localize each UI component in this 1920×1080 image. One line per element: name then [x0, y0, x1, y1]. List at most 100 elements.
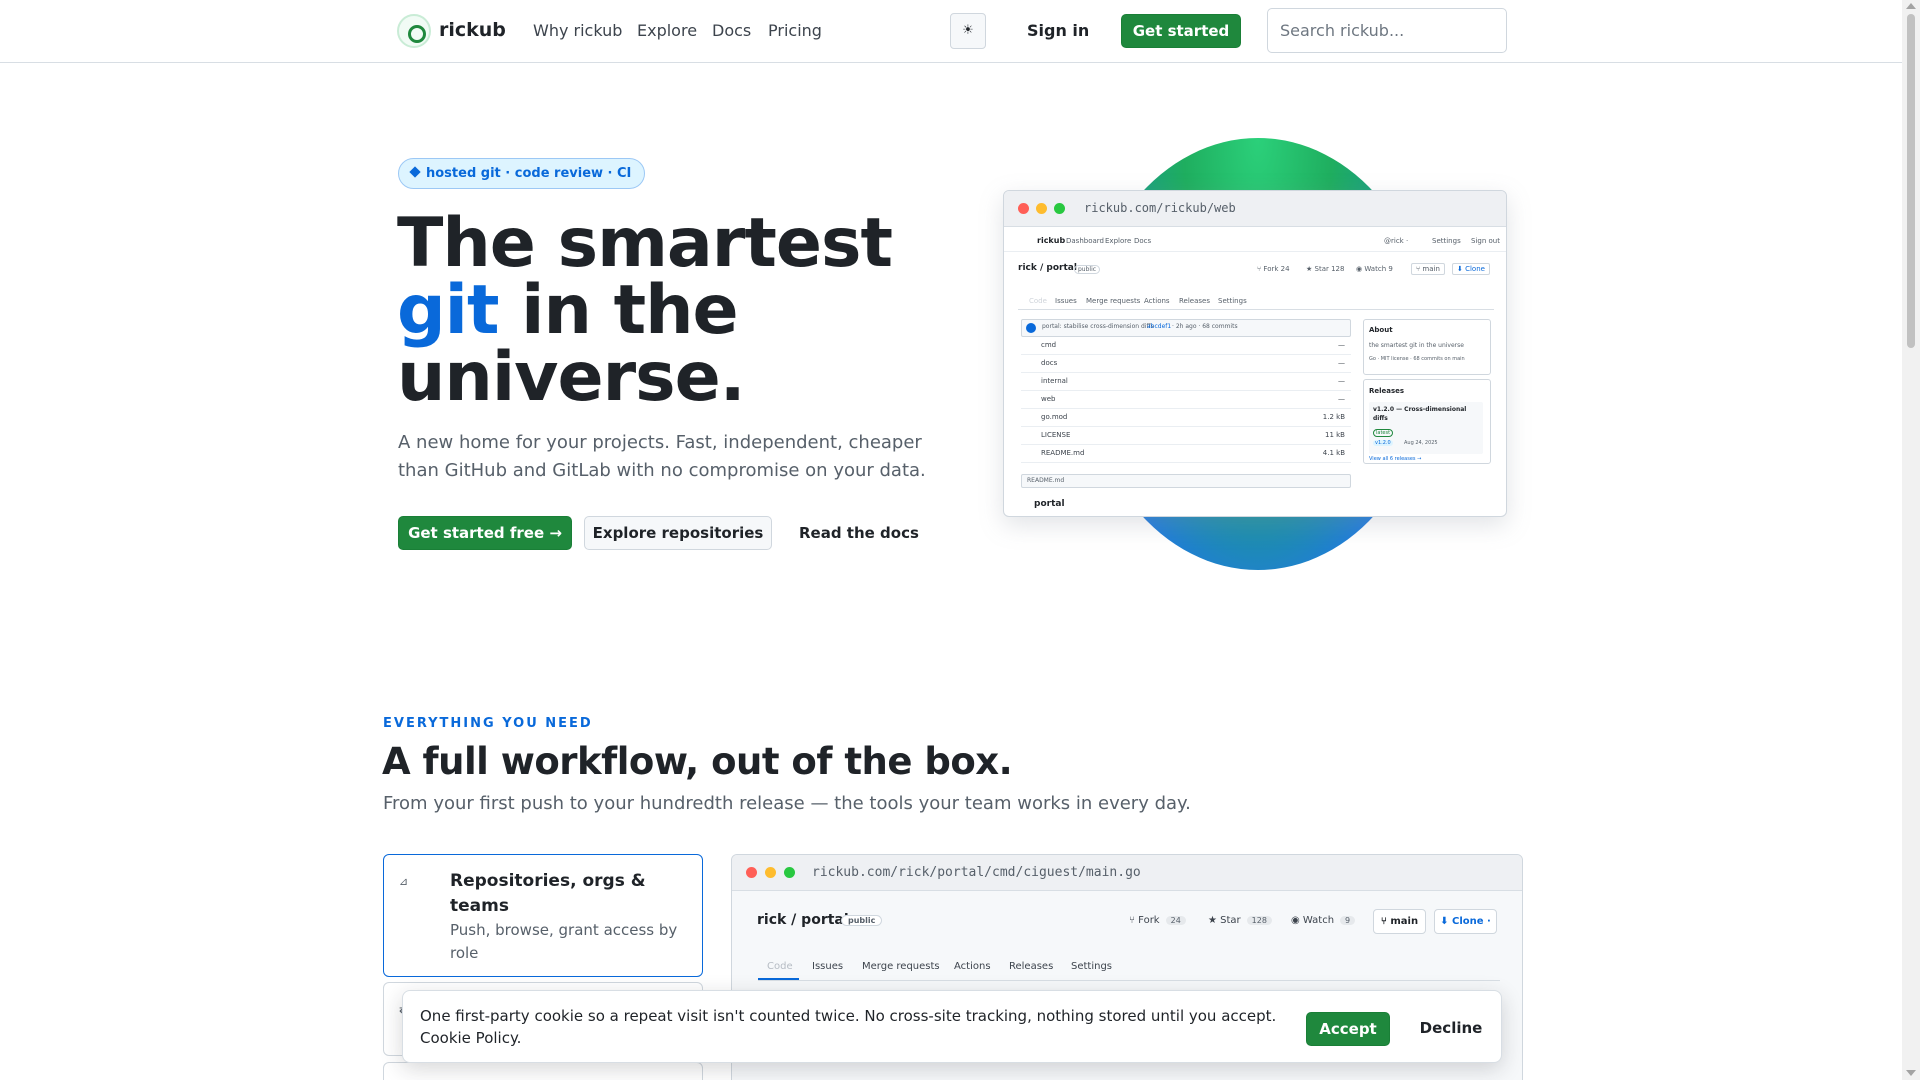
mock2-tab-settings: Settings: [1071, 961, 1113, 972]
feature-card-repositories[interactable]: ⊿ Repositories, orgs & teams Push, brows…: [383, 854, 703, 977]
hero-title: The smartest git in the universe.: [397, 210, 957, 412]
mock-about-title: About: [1369, 326, 1393, 334]
sign-in-link[interactable]: Sign in: [1027, 21, 1089, 40]
mock-release-tag: v1.2.0: [1373, 440, 1393, 446]
mock-commit-msg: portal: stabilise cross-dimension diffs: [1042, 323, 1154, 330]
mock-file-row: go.mod 1.2 kB: [1021, 409, 1351, 427]
minimize-dot-icon: [765, 867, 776, 878]
mock-release-card: v1.2.0 — Cross-dimensional diffs latest …: [1369, 402, 1483, 454]
page-scrollbar[interactable]: [1902, 0, 1920, 1080]
maximize-dot-icon: [784, 867, 795, 878]
mock-file-row: LICENSE 11 kB: [1021, 427, 1351, 445]
logo-icon[interactable]: [397, 14, 431, 48]
mock-file-row: web —: [1021, 391, 1351, 409]
cookie-banner: One first-party cookie so a repeat visit…: [402, 990, 1502, 1063]
mock-tab-merge-requests: Merge requests: [1086, 297, 1141, 305]
scroll-down-arrow-icon[interactable]: [1906, 1070, 1916, 1076]
hero-title-line3: universe.: [397, 338, 746, 417]
mock-repo-name: rick / portal: [1018, 263, 1077, 273]
mock-commit-meta: · 2h ago · 68 commits: [1172, 323, 1238, 330]
mock2-titlebar: rickub.com/rick/portal/cmd/ciguest/main.…: [732, 855, 1522, 891]
close-dot-icon: [746, 867, 757, 878]
mock-about-box: About the smartest git in the universe G…: [1363, 319, 1491, 375]
mock-releases-box: Releases v1.2.0 — Cross-dimensional diff…: [1363, 379, 1491, 464]
mock-settings: Settings: [1432, 237, 1461, 245]
mock-nav-docs: Docs: [1134, 237, 1152, 245]
mock-readme-title: portal: [1034, 499, 1065, 509]
mock-titlebar: rickub.com/rickub/web: [1004, 191, 1506, 227]
explore-repositories-button[interactable]: Explore repositories: [584, 516, 772, 550]
mock2-watch: ◉ Watch 9: [1291, 915, 1356, 926]
mock-brand: rickub: [1037, 236, 1066, 245]
mock2-branch-button: ⑂ main: [1373, 909, 1426, 934]
mock-sign-out: Sign out: [1471, 237, 1500, 245]
search-input[interactable]: [1267, 8, 1507, 53]
cookie-accept-button[interactable]: Accept: [1306, 1012, 1390, 1046]
cookie-text: One first-party cookie so a repeat visit…: [420, 1007, 1277, 1047]
mock-tab-releases: Releases: [1179, 297, 1210, 305]
get-started-free-button[interactable]: Get started free →: [398, 516, 572, 550]
mock-nav-dashboard: Dashboard: [1066, 237, 1104, 245]
mock-tab-settings: Settings: [1218, 297, 1247, 305]
get-started-button[interactable]: Get started: [1121, 14, 1241, 48]
mock2-visibility: public: [841, 915, 883, 926]
mock-fork: ⑂ Fork 24: [1257, 265, 1290, 273]
mock-branch: ⑂ main: [1411, 263, 1445, 275]
mock-releases-title: Releases: [1369, 387, 1405, 395]
mock-tab-divider: [1018, 309, 1494, 310]
mock-release-date: Aug 24, 2025: [1404, 440, 1438, 446]
mock2-url: rickub.com/rick/portal/cmd/ciguest/main.…: [812, 865, 1141, 880]
close-dot-icon: [1018, 203, 1029, 214]
mock-divider: [1004, 251, 1506, 252]
theme-toggle-button[interactable]: ☀: [950, 13, 986, 49]
mock-file-row: docs —: [1021, 355, 1351, 373]
section-title: A full workflow, out of the box.: [382, 740, 1013, 783]
mock-file-row: cmd —: [1021, 337, 1351, 355]
mock-release-badge: latest: [1373, 429, 1394, 437]
feature-description: Push, browse, grant access by role: [450, 921, 678, 962]
mock-user: @rick ·: [1384, 237, 1409, 245]
mock-tab-actions: Actions: [1144, 297, 1170, 305]
minimize-dot-icon: [1036, 203, 1047, 214]
mock-about-meta: Go · MIT license · 68 commits on main: [1369, 356, 1465, 362]
cookie-decline-button[interactable]: Decline: [1406, 1012, 1496, 1046]
mock-watch: ◉ Watch 9: [1356, 265, 1393, 273]
section-eyebrow: EVERYTHING YOU NEED: [383, 716, 593, 731]
repo-icon: ⊿: [399, 875, 409, 888]
nav-link-docs[interactable]: Docs: [712, 21, 751, 40]
scrollbar-thumb[interactable]: [1907, 14, 1915, 348]
mock2-fork: ⑂ Fork 24: [1129, 915, 1186, 926]
mock-nav-explore: Explore: [1105, 237, 1132, 245]
mock-clone: ⬇ Clone: [1452, 263, 1490, 275]
scroll-up-arrow-icon[interactable]: [1906, 3, 1916, 9]
mock2-tab-code: Code: [767, 961, 793, 972]
mock2-star: ★ Star 128: [1208, 915, 1272, 926]
mock-visibility: public: [1074, 265, 1101, 274]
mock-release-name: v1.2.0 — Cross-dimensional diffs: [1373, 406, 1467, 422]
mock-file-row: README.md 4.1 kB: [1021, 445, 1351, 463]
section-subtitle: From your first push to your hundredth r…: [383, 793, 1191, 814]
mock2-clone-button: ⬇ Clone ·: [1434, 909, 1497, 934]
hero-tag-text: hosted git · code review · CI: [426, 166, 632, 181]
mock-about-text: the smartest git in the universe: [1369, 342, 1464, 349]
brand-name[interactable]: rickub: [439, 19, 506, 41]
diamond-icon: [409, 166, 421, 178]
mock-file-row: internal —: [1021, 373, 1351, 391]
hero-tag-pill: hosted git · code review · CI: [398, 158, 646, 189]
mock-tab-code: Code: [1029, 297, 1047, 305]
nav-link-pricing[interactable]: Pricing: [768, 21, 822, 40]
mock-readme-label: README.md: [1027, 477, 1065, 484]
mock2-repo-name: rick / portal: [757, 912, 849, 928]
mock2-tab-merge-requests: Merge requests: [862, 961, 940, 972]
read-docs-link[interactable]: Read the docs: [799, 524, 919, 542]
hero-browser-mockup: rickub.com/rickub/web rickub Dashboard E…: [1003, 190, 1507, 517]
mock-releases-link: View all 6 releases →: [1369, 456, 1422, 462]
top-navigation: rickub Why rickub Explore Docs Pricing ☀…: [0, 0, 1902, 63]
mock-tab-issues: Issues: [1055, 297, 1077, 305]
nav-link-why[interactable]: Why rickub: [533, 21, 622, 40]
nav-link-explore[interactable]: Explore: [637, 21, 697, 40]
mock-commit-hash: abcdef1: [1147, 323, 1172, 330]
mock2-tab-divider: [758, 980, 1500, 981]
feature-card-3[interactable]: [383, 1062, 703, 1080]
mock-star: ★ Star 128: [1306, 265, 1345, 273]
